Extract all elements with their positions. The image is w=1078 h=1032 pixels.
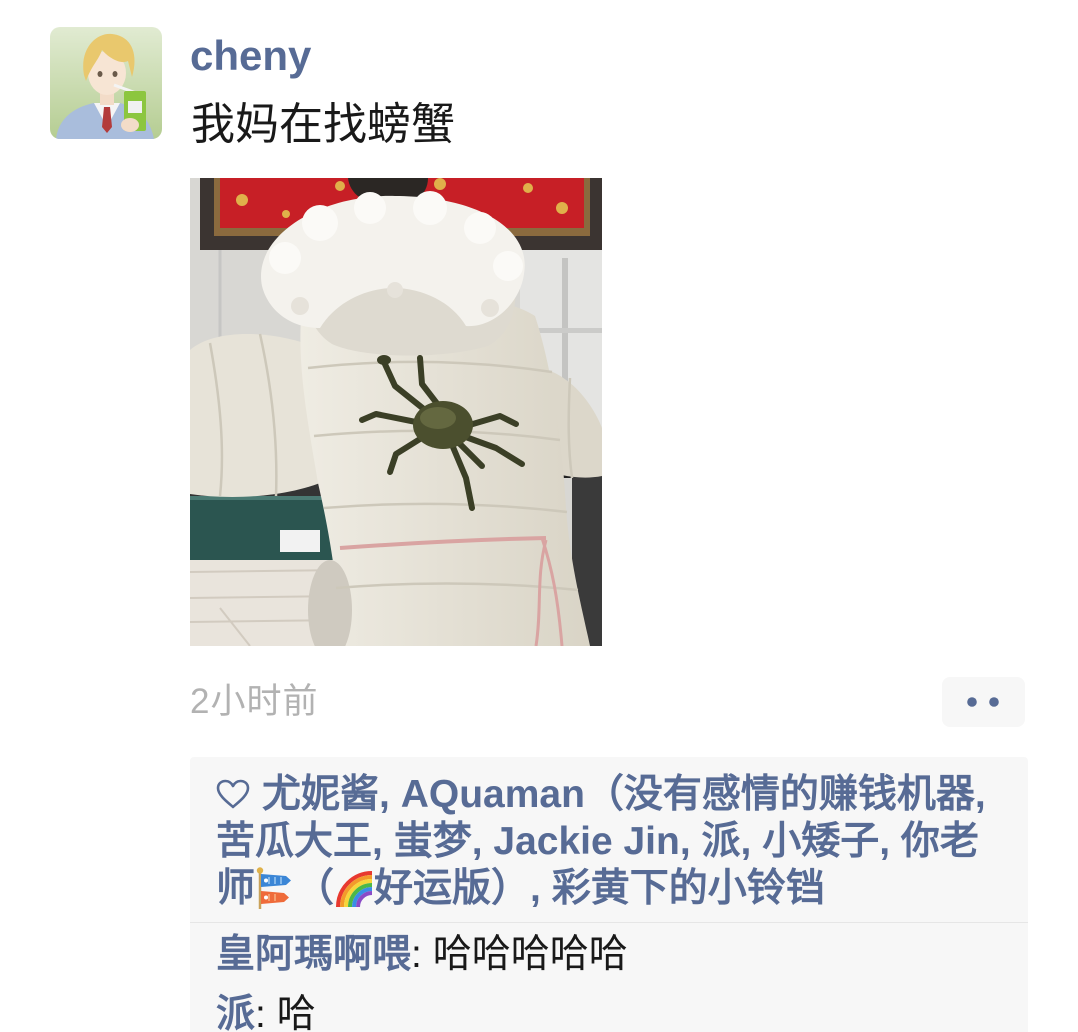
comment-text: 哈 <box>276 993 316 1032</box>
likes-list: 尤妮酱, AQuaman（没有感情的赚钱机器, 苦瓜大王, 蚩梦, Jackie… <box>190 757 1028 922</box>
like-name[interactable]: 尤妮酱 <box>262 773 379 816</box>
post-photo[interactable] <box>190 178 602 646</box>
rainbow-icon <box>334 867 374 909</box>
like-name[interactable]: Jackie Jin <box>493 820 679 863</box>
heart-outline-icon <box>216 779 250 809</box>
carp-streamer-icon <box>255 867 295 909</box>
avatar-image <box>50 27 162 139</box>
like-name[interactable]: 彩黄下的小铃铛 <box>552 867 825 910</box>
like-separator: , <box>879 820 901 863</box>
post-text: 我妈在找螃蟹 <box>191 100 455 149</box>
like-name[interactable]: 派 <box>702 820 741 863</box>
like-name[interactable]: 蚩梦 <box>394 820 472 863</box>
comment-item[interactable]: 派: 哈 <box>216 987 1006 1032</box>
like-separator: , <box>372 820 394 863</box>
like-separator: , <box>530 867 552 910</box>
like-separator: , <box>974 773 986 816</box>
comment-item[interactable]: 皇阿瑪啊喂: 哈哈哈哈哈 <box>216 927 1006 983</box>
more-dots-icon <box>967 697 999 707</box>
like-separator: , <box>379 773 401 816</box>
comment-author[interactable]: 派 <box>216 993 255 1032</box>
comments-list: 皇阿瑪啊喂: 哈哈哈哈哈 派: 哈 <box>190 923 1028 1032</box>
comment-author[interactable]: 皇阿瑪啊喂 <box>216 933 411 976</box>
like-name-text: 好运版） <box>374 867 531 910</box>
like-separator: , <box>471 820 494 863</box>
like-separator: , <box>740 820 763 863</box>
comment-separator: : <box>255 993 277 1032</box>
like-separator: , <box>679 820 702 863</box>
more-options-button[interactable] <box>942 677 1025 727</box>
post-photo-image <box>190 178 602 646</box>
author-avatar[interactable] <box>50 27 162 139</box>
likes-comments-panel: 尤妮酱, AQuaman（没有感情的赚钱机器, 苦瓜大王, 蚩梦, Jackie… <box>190 757 1028 1032</box>
comment-text: 哈哈哈哈哈 <box>432 933 628 976</box>
comment-separator: : <box>411 933 433 976</box>
like-name[interactable]: 苦瓜大王 <box>216 820 372 863</box>
post-timestamp: 2小时前 <box>190 682 319 721</box>
like-name[interactable]: AQuaman（没有感情的赚钱机器 <box>401 773 975 816</box>
author-name[interactable]: cheny <box>190 30 311 82</box>
like-name-text: （ <box>295 867 335 910</box>
like-name[interactable]: 小矮子 <box>762 820 879 863</box>
